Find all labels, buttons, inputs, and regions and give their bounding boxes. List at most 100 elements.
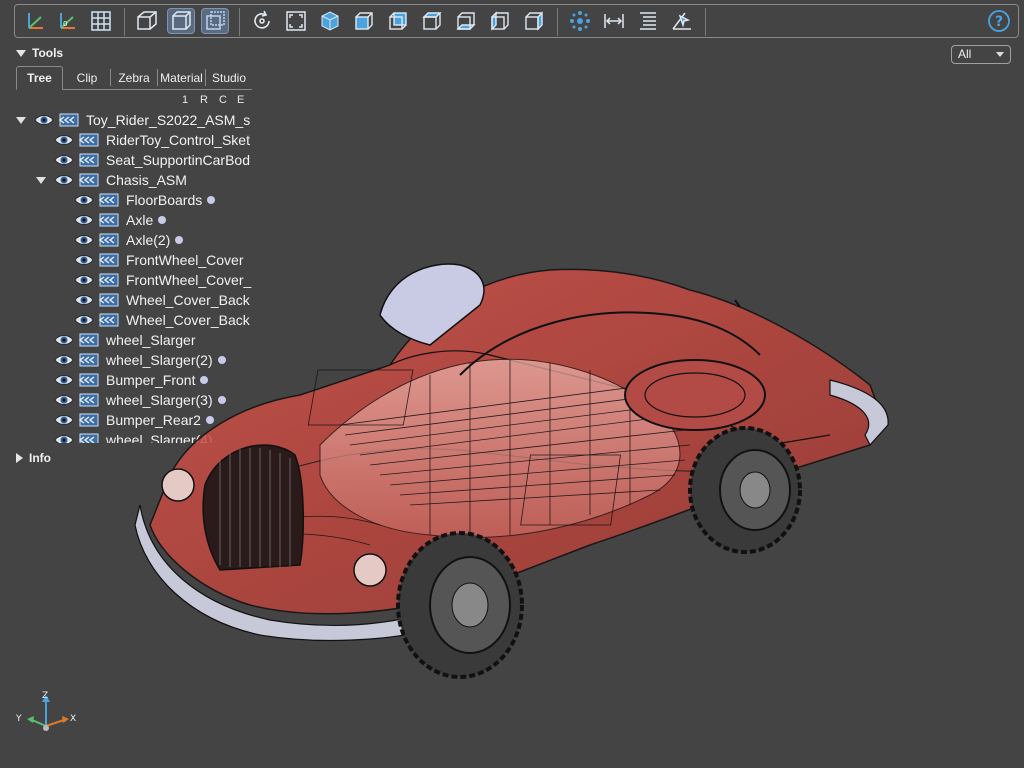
part-icon bbox=[98, 312, 120, 328]
part-icon bbox=[78, 132, 100, 148]
visibility-eye-icon[interactable] bbox=[54, 153, 74, 167]
svg-text:0: 0 bbox=[63, 20, 67, 28]
tree-item-label: FloorBoards bbox=[126, 192, 203, 208]
fit-view-icon[interactable] bbox=[282, 8, 310, 34]
bottom-view-icon[interactable] bbox=[452, 8, 480, 34]
tab-clip[interactable]: Clip bbox=[64, 66, 110, 89]
tree-item-label: Seat_SupportinCarBod bbox=[106, 152, 250, 168]
status-dot bbox=[207, 196, 216, 204]
select-icon[interactable] bbox=[668, 8, 696, 34]
part-icon bbox=[78, 152, 100, 168]
rear-view-icon[interactable] bbox=[384, 8, 412, 34]
tab-studio[interactable]: Studio bbox=[206, 66, 252, 89]
axis-y-label: Y bbox=[15, 714, 22, 724]
visibility-eye-icon[interactable] bbox=[54, 433, 74, 443]
filter-select[interactable]: All bbox=[951, 45, 1011, 64]
tools-title: Tools bbox=[32, 46, 64, 60]
svg-text:?: ? bbox=[995, 14, 1003, 30]
part-icon bbox=[98, 232, 120, 248]
visibility-eye-icon[interactable] bbox=[34, 113, 54, 127]
part-icon bbox=[78, 372, 100, 388]
chevron-down-icon bbox=[996, 52, 1004, 57]
tools-header[interactable]: Tools bbox=[16, 46, 63, 60]
axes-icon[interactable] bbox=[21, 8, 49, 34]
visibility-eye-icon[interactable] bbox=[54, 393, 74, 407]
column-c[interactable]: C bbox=[219, 94, 227, 106]
visibility-eye-icon[interactable] bbox=[74, 233, 94, 247]
part-icon bbox=[98, 252, 120, 268]
tree-row[interactable]: Toy_Rider_S2022_ASM_s bbox=[16, 110, 251, 130]
column-1[interactable]: 1 bbox=[182, 94, 188, 106]
explode-icon[interactable] bbox=[566, 8, 594, 34]
part-icon bbox=[78, 432, 100, 443]
visibility-eye-icon[interactable] bbox=[74, 273, 94, 287]
chevron-down-icon[interactable] bbox=[36, 177, 46, 184]
tree-row[interactable]: Seat_SupportinCarBod bbox=[54, 150, 250, 170]
front-view-icon[interactable] bbox=[350, 8, 378, 34]
part-icon bbox=[78, 412, 100, 428]
ortho-icon[interactable] bbox=[167, 8, 195, 34]
tree-item-label: Toy_Rider_S2022_ASM_s bbox=[86, 112, 251, 128]
info-header[interactable]: Info bbox=[16, 451, 51, 465]
tree-row[interactable]: FloorBoards bbox=[74, 190, 216, 210]
axis-x-label: X bbox=[70, 714, 76, 724]
part-icon bbox=[78, 352, 100, 368]
properties-icon[interactable] bbox=[634, 8, 662, 34]
rear-wheel bbox=[688, 426, 802, 554]
axis-z-label: Z bbox=[42, 691, 48, 701]
transparent-icon[interactable] bbox=[201, 8, 229, 34]
tree-row[interactable]: Axle bbox=[74, 210, 167, 230]
front-wheel bbox=[396, 531, 524, 679]
grid-icon[interactable] bbox=[87, 8, 115, 34]
tools-tabs: Tree Clip Zebra Material Studio bbox=[16, 66, 252, 90]
visibility-eye-icon[interactable] bbox=[54, 133, 74, 147]
tab-zebra[interactable]: Zebra bbox=[111, 66, 157, 89]
headlight-right bbox=[353, 553, 387, 587]
visibility-eye-icon[interactable] bbox=[54, 333, 74, 347]
filter-value: All bbox=[958, 47, 972, 61]
part-icon bbox=[98, 272, 120, 288]
collapse-icon bbox=[16, 49, 26, 57]
spare-wheel bbox=[624, 359, 766, 431]
top-view-icon[interactable] bbox=[418, 8, 446, 34]
tree-row[interactable]: Chasis_ASM bbox=[36, 170, 187, 190]
expand-icon bbox=[16, 453, 23, 463]
tree-row[interactable]: RiderToy_Control_Sket bbox=[54, 130, 250, 150]
visibility-eye-icon[interactable] bbox=[54, 173, 74, 187]
axis-triad: Z Y X bbox=[15, 691, 76, 731]
part-icon bbox=[98, 192, 120, 208]
grille bbox=[202, 444, 304, 571]
visibility-eye-icon[interactable] bbox=[54, 413, 74, 427]
part-icon bbox=[98, 292, 120, 308]
perspective-icon[interactable] bbox=[133, 8, 161, 34]
right-view-icon[interactable] bbox=[520, 8, 548, 34]
info-title: Info bbox=[29, 451, 51, 465]
visibility-eye-icon[interactable] bbox=[74, 253, 94, 267]
tab-tree[interactable]: Tree bbox=[16, 66, 63, 90]
measure-icon[interactable] bbox=[600, 8, 628, 34]
visibility-eye-icon[interactable] bbox=[74, 313, 94, 327]
visibility-eye-icon[interactable] bbox=[74, 193, 94, 207]
status-dot bbox=[158, 216, 167, 224]
toolbar: 0 ? bbox=[14, 4, 1019, 38]
help-icon[interactable]: ? bbox=[985, 8, 1013, 34]
visibility-eye-icon[interactable] bbox=[74, 213, 94, 227]
column-r[interactable]: R bbox=[200, 94, 208, 106]
model-viewport[interactable] bbox=[130, 245, 900, 685]
chevron-down-icon[interactable] bbox=[16, 117, 26, 124]
tree-item-label: Axle bbox=[126, 212, 154, 228]
part-icon bbox=[78, 332, 100, 348]
column-e[interactable]: E bbox=[237, 94, 244, 106]
tree-item-label: RiderToy_Control_Sket bbox=[106, 132, 250, 148]
visibility-eye-icon[interactable] bbox=[54, 373, 74, 387]
tab-material[interactable]: Material bbox=[158, 66, 205, 89]
reset-view-icon[interactable] bbox=[248, 8, 276, 34]
visibility-eye-icon[interactable] bbox=[74, 293, 94, 307]
axes-origin-icon[interactable]: 0 bbox=[53, 8, 81, 34]
part-icon bbox=[98, 212, 120, 228]
tree-item-label: Chasis_ASM bbox=[106, 172, 187, 188]
iso-view-icon[interactable] bbox=[316, 8, 344, 34]
left-view-icon[interactable] bbox=[486, 8, 514, 34]
part-icon bbox=[78, 392, 100, 408]
visibility-eye-icon[interactable] bbox=[54, 353, 74, 367]
